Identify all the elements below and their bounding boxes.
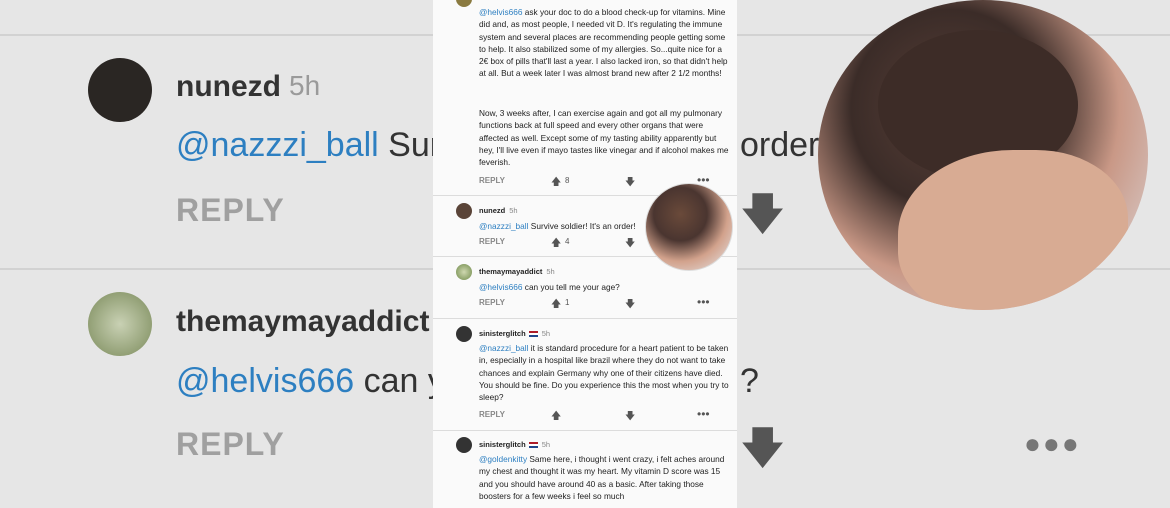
background-comment-text: @helvis666 can y — [176, 362, 445, 400]
background-comment-text: @nazzzi_ball Sur — [176, 126, 442, 164]
avatar — [456, 0, 472, 7]
background-comment-trailing: ? — [740, 362, 759, 400]
username: themaymayaddict 5h — [479, 267, 555, 276]
mention-link: @helvis666 — [176, 362, 355, 400]
background-username: nunezd — [176, 70, 281, 103]
avatar — [456, 203, 472, 219]
more-options-icon: ●●● — [1024, 428, 1081, 459]
comment-body: @helvis666 can you tell me your age? — [479, 282, 620, 292]
reply-button[interactable]: REPLY — [479, 176, 505, 185]
arrow-down-icon[interactable]: 🡇 — [625, 297, 635, 314]
avatar — [88, 292, 152, 356]
mention-link[interactable]: @nazzzi_ball — [479, 343, 528, 353]
comment-body: @nazzzi_ball it is standard procedure fo… — [479, 343, 729, 403]
flag-icon — [528, 442, 538, 449]
timestamp: 5h — [546, 267, 555, 276]
comment-actions: REPLY 🡅 1 🡇 ••• — [479, 295, 719, 310]
vote-count: 8 — [565, 176, 570, 185]
comment-body: @goldenkitty Same here, i thought i went… — [479, 454, 725, 501]
reply-button[interactable]: REPLY — [479, 298, 505, 307]
arrow-up-icon[interactable]: 🡅 — [551, 297, 561, 314]
arrow-up-icon[interactable]: 🡅 — [551, 409, 561, 426]
mention-link[interactable]: @goldenkitty — [479, 454, 527, 464]
webcam-overlay-large — [818, 0, 1148, 310]
arrow-down-icon[interactable]: 🡇 — [625, 409, 635, 426]
username: sinisterglitch 5h — [479, 329, 551, 338]
background-comment-trailing: order! — [740, 126, 829, 164]
reply-button[interactable]: REPLY — [479, 237, 505, 246]
background-reply: REPLY — [176, 192, 285, 228]
vote-count: 4 — [565, 237, 570, 246]
vote-count: 1 — [565, 298, 570, 307]
username: sinisterglitch 5h — [479, 440, 551, 449]
comment-actions: REPLY 🡅 🡇 ••• — [479, 407, 719, 422]
timestamp: 5h — [509, 206, 518, 215]
avatar — [456, 264, 472, 280]
background-timestamp: 5h — [289, 70, 321, 101]
arrow-down-icon[interactable]: 🡇 — [625, 236, 635, 253]
arrow-down-icon[interactable]: 🡇 — [625, 175, 635, 192]
comment-body: @helvis666 ask your doc to do a blood ch… — [479, 7, 728, 79]
webcam-overlay-small — [645, 183, 733, 271]
comment-body-paragraph: Now, 3 weeks after, I can exercise again… — [479, 108, 729, 168]
background-username: themaymayaddict — [176, 305, 430, 338]
mention-link[interactable]: @nazzzi_ball — [479, 221, 528, 231]
username: nunezd 5h — [479, 206, 518, 215]
timestamp: 5h — [541, 329, 551, 338]
divider — [433, 318, 737, 319]
avatar — [456, 326, 472, 342]
reply-button[interactable]: REPLY — [479, 410, 505, 419]
arrow-up-icon[interactable]: 🡅 — [551, 175, 561, 192]
mention-link[interactable]: @helvis666 — [479, 7, 522, 17]
arrow-up-icon[interactable]: 🡅 — [551, 236, 561, 253]
arrow-down-icon: 🡇 — [740, 190, 786, 239]
mention-link: @nazzzi_ball — [176, 126, 379, 164]
avatar — [456, 437, 472, 453]
divider — [433, 430, 737, 431]
arrow-down-icon: 🡇 — [740, 424, 786, 473]
timestamp: 5h — [541, 440, 551, 449]
flag-icon — [528, 331, 538, 338]
mention-link[interactable]: @helvis666 — [479, 282, 522, 292]
more-options-icon[interactable]: ••• — [697, 407, 710, 421]
more-options-icon[interactable]: ••• — [697, 295, 710, 309]
avatar — [88, 58, 152, 122]
background-reply: REPLY — [176, 426, 285, 462]
